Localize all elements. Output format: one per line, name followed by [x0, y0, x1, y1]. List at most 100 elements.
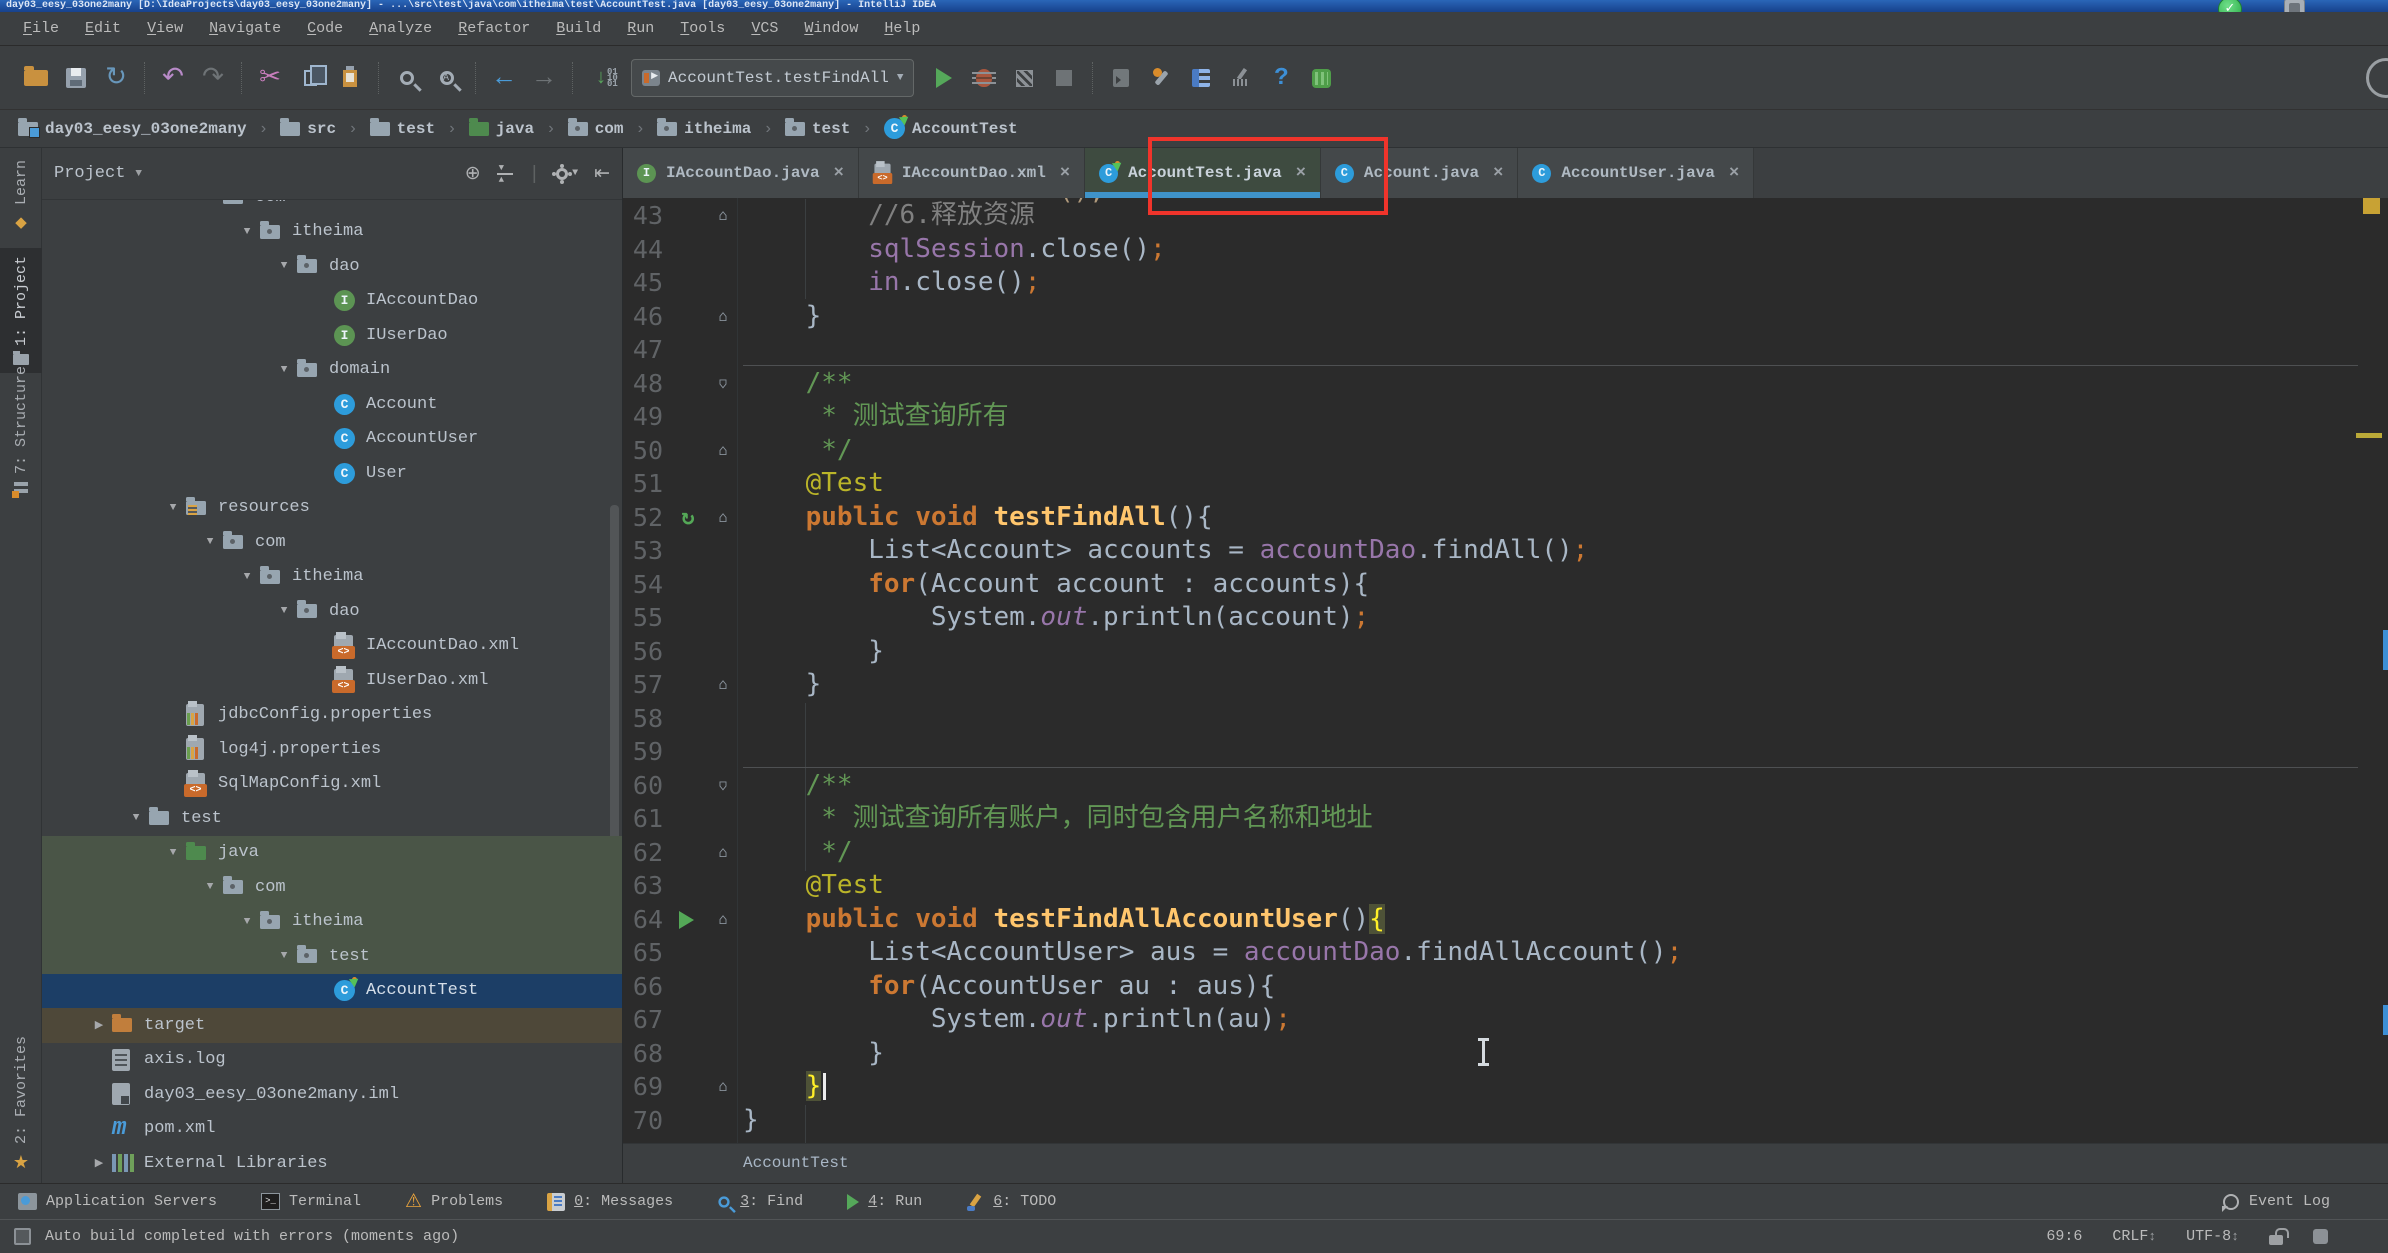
line-number[interactable]: 54: [623, 568, 663, 602]
tool-strip-learn[interactable]: Learn◆: [0, 152, 42, 240]
menu-item-code[interactable]: Code: [294, 12, 356, 45]
menu-item-navigate[interactable]: Navigate: [196, 12, 294, 45]
toolwindow-button-6-todo[interactable]: 6: TODO: [966, 1193, 1056, 1211]
tree-row-External-Libraries[interactable]: ▶External Libraries: [42, 1146, 622, 1181]
line-number[interactable]: 60: [623, 769, 663, 803]
tree-row-log4j-properties[interactable]: log4j.properties: [42, 732, 622, 767]
fold-marker-icon[interactable]: ⌂: [711, 769, 735, 803]
breadcrumb-item-test[interactable]: test: [781, 120, 854, 138]
breadcrumb-item-itheima[interactable]: itheima: [653, 120, 755, 138]
line-number[interactable]: 47: [623, 333, 663, 367]
coverage-icon[interactable]: [1004, 58, 1044, 98]
menu-item-window[interactable]: Window: [791, 12, 871, 45]
tree-expand-icon[interactable]: ▼: [160, 847, 186, 859]
project-structure-icon[interactable]: [1181, 58, 1221, 98]
tree-row-domain[interactable]: ▼domain: [42, 353, 622, 388]
close-icon[interactable]: ×: [834, 164, 844, 183]
editor-tab-AccountUser-java[interactable]: CAccountUser.java×: [1518, 148, 1754, 198]
tree-row-com[interactable]: ▼com: [42, 200, 622, 215]
line-number[interactable]: 49: [623, 400, 663, 434]
run-test-icon[interactable]: ↻: [675, 501, 701, 535]
breadcrumb-item-AccountTest[interactable]: CAccountTest: [880, 118, 1022, 139]
tree-row-axis-log[interactable]: axis.log: [42, 1043, 622, 1078]
debug-icon[interactable]: [964, 58, 1004, 98]
tree-expand-icon[interactable]: ▶: [86, 1156, 112, 1170]
tree-expand-icon[interactable]: ▼: [123, 812, 149, 824]
fold-marker-icon[interactable]: ⌂: [711, 199, 735, 233]
breadcrumb-item-src[interactable]: src: [276, 120, 340, 138]
fold-marker-icon[interactable]: ⌂: [711, 367, 735, 401]
tree-row-IUserDao-xml[interactable]: IUserDao.xml: [42, 663, 622, 698]
editor-breadcrumb-item[interactable]: AccountTest: [743, 1154, 849, 1172]
menu-item-analyze[interactable]: Analyze: [356, 12, 445, 45]
cut-icon[interactable]: ✂: [250, 58, 290, 98]
settings-wrench-icon[interactable]: [1141, 58, 1181, 98]
event-log-button[interactable]: Event Log: [2223, 1193, 2370, 1210]
stop-icon[interactable]: [1044, 58, 1084, 98]
tree-expand-icon[interactable]: ▼: [234, 226, 260, 238]
tree-expand-icon[interactable]: ▼: [197, 200, 223, 203]
line-number[interactable]: 61: [623, 802, 663, 836]
tree-row-IAccountDao[interactable]: IIAccountDao: [42, 284, 622, 319]
breadcrumb-item-test[interactable]: test: [366, 120, 439, 138]
tree-row-AccountUser[interactable]: CAccountUser: [42, 422, 622, 457]
back-icon[interactable]: ←: [484, 58, 524, 98]
line-number[interactable]: 48: [623, 367, 663, 401]
menu-item-file[interactable]: File: [10, 12, 72, 45]
copy-icon[interactable]: [290, 58, 330, 98]
toolwindow-button-application-servers[interactable]: Application Servers: [18, 1193, 217, 1210]
search-icon[interactable]: [387, 58, 427, 98]
menu-item-help[interactable]: Help: [871, 12, 933, 45]
cleanup-icon[interactable]: [1221, 58, 1261, 98]
tree-row-pom-xml[interactable]: mpom.xml: [42, 1112, 622, 1147]
status-edge-icon[interactable]: [2313, 1229, 2328, 1244]
menu-item-build[interactable]: Build: [543, 12, 614, 45]
editor-tab-IAccountDao-xml[interactable]: IAccountDao.xml×: [859, 148, 1085, 198]
fold-marker-icon[interactable]: ⌂: [711, 668, 735, 702]
tool-strip--structure[interactable]: 7: Structure: [0, 358, 42, 504]
tree-expand-icon[interactable]: ▼: [271, 260, 297, 272]
tree-row-com[interactable]: ▼com: [42, 525, 622, 560]
tree-row-target[interactable]: ▶target: [42, 1008, 622, 1043]
tool-strip--project[interactable]: 1: Project: [0, 248, 42, 373]
tree-expand-icon[interactable]: ▼: [271, 605, 297, 617]
fold-marker-icon[interactable]: ⌂: [711, 836, 735, 870]
tree-expand-icon[interactable]: ▼: [271, 364, 297, 376]
tree-row-java[interactable]: ▼java: [42, 836, 622, 871]
line-number[interactable]: 67: [623, 1003, 663, 1037]
tree-expand-icon[interactable]: ▼: [234, 571, 260, 583]
tree-expand-icon[interactable]: ▶: [86, 1018, 112, 1032]
tree-row-itheima[interactable]: ▼itheima: [42, 905, 622, 940]
skip-icon[interactable]: [1101, 58, 1141, 98]
tree-row-User[interactable]: CUser: [42, 456, 622, 491]
breadcrumb-item-java[interactable]: java: [465, 120, 538, 138]
tree-row-day03-eesy-03one2many-iml[interactable]: day03_eesy_03one2many.iml: [42, 1077, 622, 1112]
line-number[interactable]: 46: [623, 300, 663, 334]
toolwindow-toggle-icon[interactable]: [14, 1228, 31, 1245]
tree-row-AccountTest[interactable]: CAccountTest: [42, 974, 622, 1009]
run-configuration-select[interactable]: AccountTest.testFindAll▼: [631, 59, 914, 97]
sort-lines-icon[interactable]: ↓011001: [581, 58, 621, 98]
help-icon[interactable]: ?: [1261, 58, 1301, 98]
fold-marker-icon[interactable]: ⌂: [711, 434, 735, 468]
line-number[interactable]: 70: [623, 1104, 663, 1138]
breadcrumb-item-com[interactable]: com: [564, 120, 628, 138]
plugin-icon[interactable]: [1301, 58, 1341, 98]
tree-row-test[interactable]: ▼test: [42, 801, 622, 836]
menu-item-view[interactable]: View: [134, 12, 196, 45]
save-icon[interactable]: [56, 58, 96, 98]
replace-icon[interactable]: A: [427, 58, 467, 98]
redo-icon[interactable]: ↷: [193, 58, 233, 98]
close-icon[interactable]: ×: [1493, 164, 1503, 183]
encoding-widget[interactable]: UTF-8↕: [2186, 1228, 2239, 1245]
toolwindow-button-terminal[interactable]: >_Terminal: [261, 1193, 361, 1210]
tree-expand-icon[interactable]: ▼: [197, 536, 223, 548]
tree-row-jdbcConfig-properties[interactable]: jdbcConfig.properties: [42, 698, 622, 733]
tool-strip-favorites[interactable]: 2: Favorites★: [0, 1028, 42, 1182]
line-number[interactable]: 52: [623, 501, 663, 535]
line-number[interactable]: 69: [623, 1070, 663, 1104]
line-number[interactable]: 55: [623, 601, 663, 635]
menu-item-refactor[interactable]: Refactor: [445, 12, 543, 45]
line-number[interactable]: 62: [623, 836, 663, 870]
breadcrumb-item-day03_eesy_03one2many[interactable]: day03_eesy_03one2many: [14, 120, 251, 138]
